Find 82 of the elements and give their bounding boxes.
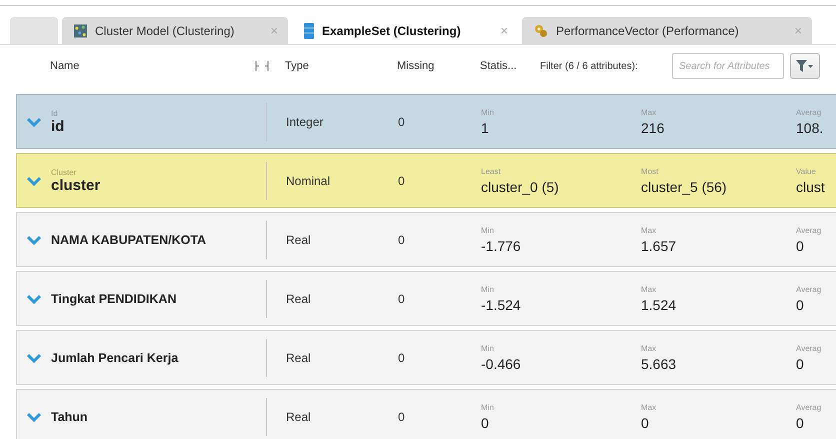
attribute-row[interactable]: Cluster cluster Nominal 0 Least cluster_0 (5) Most cluster_5 (56) Value clust	[16, 153, 836, 208]
missing-count: 0	[398, 292, 406, 306]
type-cell-text: Nominal	[286, 174, 332, 188]
stat-value: 0	[796, 238, 805, 254]
stat-value: cluster_0 (5)	[481, 178, 560, 194]
stat-label: Min	[481, 344, 495, 352]
attribute-row[interactable]: Tingkat PENDIDIKAN Real 0 Min -1.524 Max 1.524 Averag 0	[16, 271, 836, 326]
column-header[interactable]: Type	[285, 60, 397, 72]
chevron-down-icon[interactable]	[27, 352, 41, 362]
attribute-row[interactable]: NAMA KABUPATEN/KOTA Real 0 Min -1.776 Max 1.657 Averag 0	[16, 212, 836, 267]
attribute-name: Tahun	[51, 410, 89, 424]
stat-label: Averag	[796, 344, 822, 352]
chevron-down-icon[interactable]	[27, 234, 41, 244]
stat-value: 1.524	[641, 296, 678, 312]
search-field[interactable]: Search for Attributes	[672, 53, 784, 79]
filter-icon	[796, 60, 814, 72]
column-header[interactable]: Statis...	[480, 60, 540, 72]
tab[interactable]: PerformanceVector (Performance) ×	[522, 17, 812, 44]
attribute-name: NAMA KABUPATEN/KOTA	[51, 232, 208, 246]
role-label: Cluster	[51, 168, 78, 176]
chevron-down-icon[interactable]	[27, 116, 41, 126]
attribute-name: cluster	[51, 176, 102, 194]
stat-value: -1.524	[481, 296, 522, 312]
missing-count: 0	[398, 350, 406, 364]
stat-label: Max	[641, 344, 658, 352]
stat-value: 0	[641, 414, 650, 430]
stat-value: 5.663	[641, 356, 678, 372]
stat-label: Min	[481, 402, 495, 412]
type-cell-text: Real	[286, 410, 312, 424]
gears-icon	[534, 24, 548, 38]
stat-label: Max	[641, 402, 658, 412]
type-cell-text: Real	[286, 350, 312, 364]
stat-label: Min	[481, 284, 495, 294]
data-table-icon	[304, 22, 314, 38]
filter-label: Filter (6 / 6 attributes):	[540, 60, 639, 72]
missing-count: 0	[398, 114, 406, 128]
chevron-down-icon[interactable]	[27, 412, 41, 422]
column-header[interactable]: Missing	[397, 60, 480, 72]
stat-label: Averag	[796, 402, 822, 412]
chevron-down-icon[interactable]	[27, 176, 41, 186]
stat-label: Most	[641, 166, 660, 176]
stat-value: cluster_5 (56)	[641, 178, 728, 194]
stat-label: Averag	[796, 284, 822, 294]
filter-button[interactable]	[790, 53, 820, 79]
stat-label: Averag	[796, 108, 822, 116]
attribute-row[interactable]: Id id Integer 0 Min 1 Max 216 Averag 108.	[16, 94, 836, 149]
stat-value: 0	[481, 414, 490, 430]
tab[interactable]: Cluster Model (Clustering) ×	[62, 17, 288, 44]
type-cell-text: Real	[286, 292, 312, 306]
attribute-name: Tingkat PENDIDIKAN	[51, 292, 178, 306]
role-label: Id	[51, 108, 59, 118]
stat-label: Min	[481, 108, 495, 116]
column-header[interactable]: Name	[50, 60, 255, 72]
stat-value: 216	[641, 120, 666, 136]
stat-label: Max	[641, 108, 658, 116]
stat-value: clust	[796, 178, 826, 194]
stat-value: 1	[481, 120, 490, 136]
resize-handle-icon[interactable]	[255, 61, 269, 71]
attribute-row[interactable]: Tahun Real 0 Min 0 Max 0 Averag 0	[16, 389, 836, 439]
stat-value: -1.776	[481, 238, 522, 254]
chevron-down-icon[interactable]	[27, 294, 41, 304]
stat-label: Value	[796, 166, 817, 176]
stat-label: Least	[481, 166, 502, 176]
attribute-row[interactable]: Jumlah Pencari Kerja Real 0 Min -0.466 Max 5.663 Averag 0	[16, 330, 836, 385]
attribute-name: id	[51, 118, 66, 134]
stat-label: Max	[641, 226, 658, 234]
stat-label: Max	[641, 284, 658, 294]
missing-count: 0	[398, 174, 406, 188]
stat-value: 0	[796, 356, 805, 372]
type-cell-text: Integer	[286, 114, 324, 128]
stat-value: 0	[796, 414, 805, 430]
missing-count: 0	[398, 232, 406, 246]
missing-count: 0	[398, 410, 406, 424]
stat-value: 108.	[796, 120, 824, 136]
stat-label: Averag	[796, 226, 822, 234]
type-cell-text: Real	[286, 232, 312, 246]
stat-value: 1.657	[641, 238, 678, 254]
stat-label: Min	[481, 226, 495, 234]
cluster-grid-icon	[74, 24, 88, 38]
stat-value: -0.466	[481, 356, 522, 372]
attribute-name: Jumlah Pencari Kerja	[51, 350, 180, 364]
stat-value: 0	[796, 296, 805, 312]
